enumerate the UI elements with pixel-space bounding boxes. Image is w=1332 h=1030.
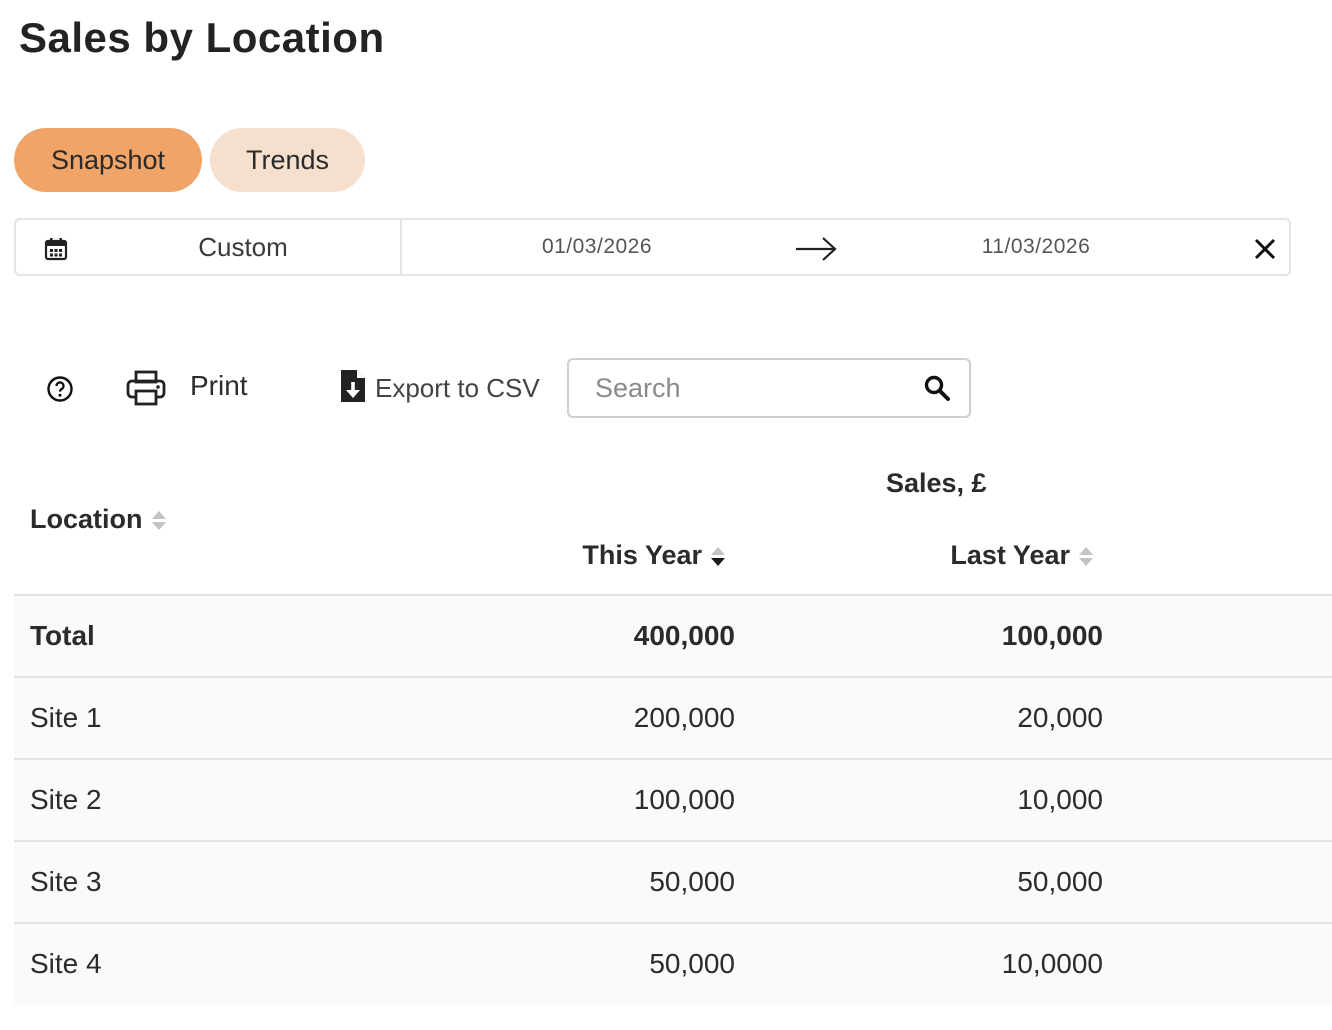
column-group-header-sales: Sales, £ — [886, 468, 987, 498]
column-header-location-label: Location — [30, 504, 143, 534]
column-header-last-year-label: Last Year — [950, 540, 1070, 570]
search-box — [567, 358, 971, 418]
close-icon[interactable] — [1254, 238, 1276, 260]
print-button[interactable]: Print — [190, 370, 248, 402]
column-header-this-year[interactable]: This Year — [582, 540, 726, 571]
export-csv-button[interactable]: Export to CSV — [375, 373, 540, 404]
arrow-right-icon — [796, 237, 837, 261]
end-date-field[interactable]: 11/03/2026 — [926, 220, 1146, 274]
search-icon[interactable] — [923, 374, 951, 402]
table-row-total: Total 400,000 100,000 — [14, 594, 1332, 676]
tab-trends[interactable]: Trends — [210, 128, 365, 192]
sort-desc-icon — [711, 546, 725, 566]
cell-last-year: 50,000 — [1017, 866, 1103, 897]
cell-last-year: 100,000 — [1001, 620, 1103, 651]
help-circle-icon[interactable] — [46, 375, 74, 403]
date-preset-select[interactable]: Custom — [16, 220, 402, 274]
table-row: Site 1 200,000 20,000 — [14, 676, 1332, 758]
column-header-location[interactable]: Location — [30, 504, 167, 535]
cell-location: Total — [30, 620, 95, 651]
cell-location: Site 1 — [30, 702, 102, 733]
cell-this-year: 50,000 — [649, 948, 735, 979]
date-range-picker: Custom 01/03/2026 11/03/2026 — [14, 218, 1291, 276]
cell-location: Site 3 — [30, 866, 102, 897]
file-download-icon[interactable] — [340, 369, 366, 403]
cell-this-year: 50,000 — [649, 866, 735, 897]
cell-location: Site 4 — [30, 948, 102, 979]
column-header-last-year[interactable]: Last Year — [950, 540, 1094, 571]
start-date-field[interactable]: 01/03/2026 — [487, 220, 707, 274]
cell-this-year: 400,000 — [633, 620, 735, 651]
sort-icon — [151, 510, 166, 530]
search-input[interactable] — [595, 360, 915, 416]
date-preset-label: Custom — [198, 231, 288, 262]
printer-icon[interactable] — [126, 370, 166, 406]
cell-last-year: 10,0000 — [1001, 948, 1103, 979]
table-row: Site 3 50,000 50,000 — [14, 840, 1332, 922]
table-row: Site 4 50,000 10,0000 — [14, 922, 1332, 1004]
sort-icon — [1079, 546, 1093, 566]
cell-last-year: 20,000 — [1017, 702, 1103, 733]
cell-last-year: 10,000 — [1017, 784, 1103, 815]
page-title: Sales by Location — [19, 14, 385, 61]
table-row: Site 2 100,000 10,000 — [14, 758, 1332, 840]
cell-this-year: 200,000 — [633, 702, 735, 733]
calendar-icon — [44, 238, 68, 261]
tab-snapshot[interactable]: Snapshot — [14, 128, 202, 192]
column-header-this-year-label: This Year — [582, 540, 702, 570]
cell-this-year: 100,000 — [633, 784, 735, 815]
cell-location: Site 2 — [30, 784, 102, 815]
